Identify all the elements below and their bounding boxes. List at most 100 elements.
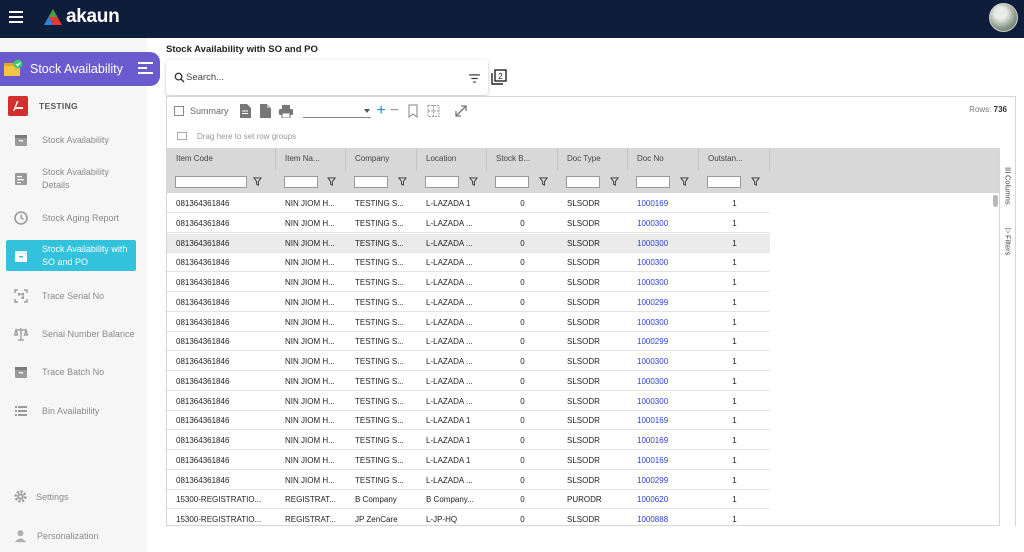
- summary-checkbox[interactable]: [174, 106, 184, 116]
- cell-doc-no[interactable]: 1000620: [628, 490, 699, 509]
- column-header-item-code[interactable]: Item Code: [167, 148, 276, 170]
- column-header-doc-type[interactable]: Doc Type: [558, 148, 628, 170]
- sidebar-item-stock-availability[interactable]: Stock Availability: [6, 130, 136, 150]
- table-row[interactable]: 081364361846 NIN JIOM H... TESTING S... L-L…: [167, 194, 770, 213]
- sidebar-item-serial-number-balance[interactable]: Serial Number Balance: [6, 320, 136, 348]
- sidebar-item-bin-availability[interactable]: Bin Availability: [6, 401, 136, 421]
- sidebar-item-trace-serial-no[interactable]: Trace Serial No: [6, 286, 136, 306]
- search-input[interactable]: [186, 69, 456, 85]
- cell-doc-no[interactable]: 1000888: [628, 510, 699, 526]
- cell-doc-no[interactable]: 1000169: [628, 194, 699, 213]
- settings-button[interactable]: Settings: [13, 489, 69, 504]
- cell-doc-no[interactable]: 1000300: [628, 392, 699, 411]
- table-row[interactable]: 081364361846 NIN JIOM H... TESTING S... L-L…: [167, 332, 770, 352]
- filter-icon[interactable]: [469, 177, 478, 186]
- column-header-location[interactable]: Location: [417, 148, 487, 170]
- table-row[interactable]: 081364361846 NIN JIOM H... TESTING S... L-L…: [167, 471, 770, 490]
- column-header-stock-balance[interactable]: Stock B...: [487, 148, 558, 170]
- cell-doc-no[interactable]: 1000169: [628, 431, 699, 450]
- cell-doc-no[interactable]: 1000300: [628, 214, 699, 233]
- cell-doc-no[interactable]: 1000300: [628, 273, 699, 292]
- cell-doc-no[interactable]: 1000300: [628, 313, 699, 332]
- filter-input[interactable]: [707, 176, 741, 188]
- filter-input[interactable]: [284, 176, 318, 188]
- filter-icon[interactable]: [751, 177, 760, 186]
- table-row[interactable]: 081364361846 NIN JIOM H... TESTING S... L-L…: [167, 214, 770, 233]
- filter-icon[interactable]: [253, 177, 262, 186]
- sidebar-item-stock-availability-details[interactable]: Stock Availability Details: [6, 165, 136, 193]
- cell-item-name: REGISTRAT...: [285, 495, 336, 505]
- table-row[interactable]: 081364361846 NIN JIOM H... TESTING S... L-L…: [167, 293, 770, 312]
- user-icon: [14, 530, 27, 543]
- table-row[interactable]: 081364361846 NIN JIOM H... TESTING S... L-L…: [167, 233, 770, 253]
- column-header-item-name[interactable]: Item Na...: [276, 148, 346, 170]
- table-row[interactable]: 081364361846 NIN JIOM H... TESTING S... L-L…: [167, 352, 770, 371]
- personalization-button[interactable]: Personalization: [13, 528, 99, 543]
- filter-input[interactable]: [495, 176, 529, 188]
- table-row[interactable]: 081364361846 NIN JIOM H... TESTING S... L-L…: [167, 372, 770, 391]
- filter-input[interactable]: [354, 176, 388, 188]
- column-header-doc-no[interactable]: Doc No: [628, 148, 699, 170]
- sidebar-item-label: Stock Availability with SO and PO: [42, 243, 128, 267]
- remove-icon[interactable]: −: [390, 103, 399, 119]
- cell-doc-no[interactable]: 1000299: [628, 332, 699, 351]
- cell-doc-no[interactable]: 1000300: [628, 352, 699, 371]
- hamburger-menu-icon[interactable]: [9, 11, 23, 23]
- organization-selector[interactable]: TESTING: [8, 96, 78, 116]
- filter-input[interactable]: [636, 176, 670, 188]
- columns-panel-button[interactable]: ☰ Columns: [1000, 166, 1016, 216]
- print-icon[interactable]: [278, 104, 293, 118]
- filter-lines-icon[interactable]: [469, 74, 480, 83]
- filters-panel-button[interactable]: ▽ Filters: [1000, 226, 1016, 270]
- table-row[interactable]: 15300-REGISTRATIO... REGISTRAT... B Compan…: [167, 490, 770, 510]
- document-icon[interactable]: [239, 104, 251, 118]
- cell-doc-no[interactable]: 1000169: [628, 451, 699, 470]
- filter-icon[interactable]: [327, 177, 336, 186]
- row-group-panel[interactable]: Drag here to set row groups: [167, 125, 1015, 147]
- cell-doc-no[interactable]: 1000300: [628, 234, 699, 253]
- open-tabs-icon[interactable]: 2: [491, 69, 507, 85]
- search-icon: [174, 72, 185, 83]
- rows-count: Rows: 736: [969, 105, 1007, 114]
- filter-icon[interactable]: [398, 177, 407, 186]
- sidebar-item-stock-availability-so-po[interactable]: Stock Availability with SO and PO: [6, 240, 136, 271]
- table-row[interactable]: 081364361846 NIN JIOM H... TESTING S... L-L…: [167, 451, 770, 470]
- table-row[interactable]: 081364361846 NIN JIOM H... TESTING S... L-L…: [167, 411, 770, 431]
- bookmark-icon[interactable]: [407, 104, 419, 118]
- filter-input[interactable]: [566, 176, 600, 188]
- collapse-sidebar-icon[interactable]: [138, 62, 153, 75]
- filter-input[interactable]: [175, 176, 247, 188]
- filter-icon[interactable]: [680, 177, 689, 186]
- cell-doc-no[interactable]: 1000169: [628, 411, 699, 430]
- add-icon[interactable]: +: [377, 103, 386, 119]
- table-row[interactable]: 081364361846 NIN JIOM H... TESTING S... L-L…: [167, 313, 770, 332]
- file-icon[interactable]: [259, 104, 271, 118]
- cell-doc-no[interactable]: 1000300: [628, 253, 699, 272]
- table-row[interactable]: 081364361846 NIN JIOM H... TESTING S... L-L…: [167, 392, 770, 411]
- column-header-company[interactable]: Company: [346, 148, 417, 170]
- filter-input[interactable]: [425, 176, 459, 188]
- cell-item-name: NIN JIOM H...: [285, 297, 335, 307]
- cell-item-code: 081364361846: [176, 475, 230, 485]
- cell-doc-type: PURODR: [567, 495, 602, 505]
- sidebar-item-stock-aging-report[interactable]: Stock Aging Report: [6, 208, 136, 228]
- table-row[interactable]: 15300-REGISTRATIO... REGISTRAT... JP ZenCa…: [167, 510, 770, 526]
- page-title: Stock Availability with SO and PO: [166, 44, 318, 55]
- view-select[interactable]: [302, 104, 371, 118]
- filter-icon[interactable]: [610, 177, 619, 186]
- cell-doc-no[interactable]: 1000299: [628, 471, 699, 490]
- user-avatar[interactable]: [989, 3, 1018, 32]
- table-row[interactable]: 081364361846 NIN JIOM H... TESTING S... L-L…: [167, 431, 770, 450]
- scrollbar-thumb[interactable]: [993, 195, 998, 207]
- expand-icon[interactable]: [454, 104, 468, 118]
- cell-doc-no[interactable]: 1000299: [628, 293, 699, 312]
- cell-doc-no[interactable]: 1000300: [628, 372, 699, 391]
- filter-location: [417, 173, 487, 189]
- table-row[interactable]: 081364361846 NIN JIOM H... TESTING S... L-L…: [167, 273, 770, 292]
- akaun-logo[interactable]: akaun: [44, 6, 120, 28]
- table-row[interactable]: 081364361846 NIN JIOM H... TESTING S... L-L…: [167, 253, 770, 273]
- grid-select-icon[interactable]: [427, 104, 440, 118]
- sidebar-item-trace-batch-no[interactable]: Trace Batch No: [6, 362, 136, 382]
- filter-icon[interactable]: [539, 177, 548, 186]
- column-header-outstanding[interactable]: Outstan...: [699, 148, 770, 170]
